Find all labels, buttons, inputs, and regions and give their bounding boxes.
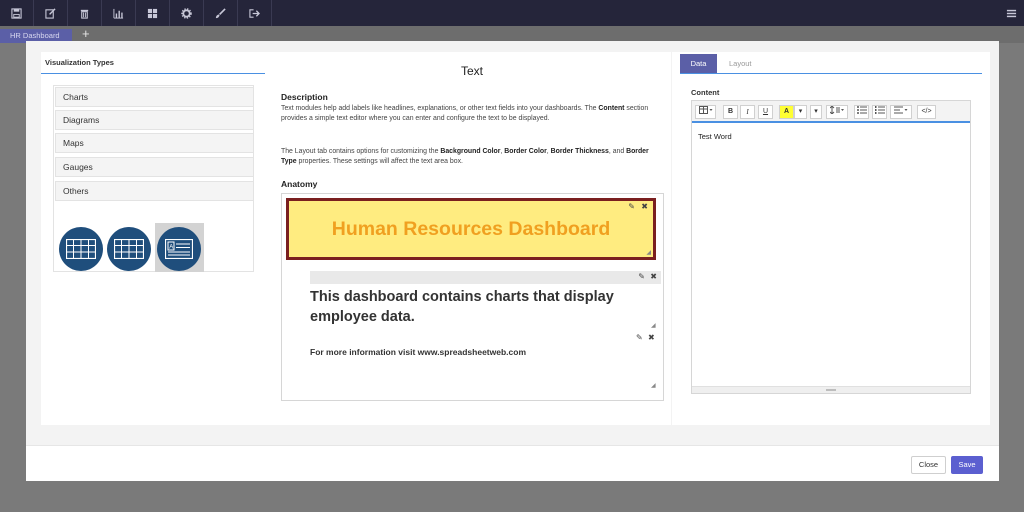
unordered-list-button[interactable] <box>854 105 869 119</box>
text-box-header: ✎ ✖ <box>310 271 661 284</box>
gear-icon[interactable] <box>170 0 204 26</box>
edit-icon[interactable] <box>34 0 68 26</box>
small-text: For more information visit www.spreadshe… <box>310 347 527 357</box>
anatomy-preview: Human Resources Dashboard ✎ ✖ ◢ ✎ ✖ This… <box>281 193 664 401</box>
description-panel: Text Description Text modules help add l… <box>273 52 671 425</box>
save-button[interactable]: Save <box>951 456 983 474</box>
resize-icon: ◢ <box>646 250 651 256</box>
divider <box>680 73 982 74</box>
svg-text:A: A <box>169 245 173 251</box>
delete-icon[interactable] <box>68 0 102 26</box>
category-others[interactable]: Others <box>55 181 254 201</box>
align-dropdown-button[interactable] <box>890 105 912 119</box>
ordered-list-button[interactable] <box>872 105 887 119</box>
highlight-color-button[interactable]: A <box>779 105 794 119</box>
font-dropdown-button[interactable]: ▾ <box>810 105 822 119</box>
text-editor: B I U A ▾ ▾ </> Test Word <box>691 100 971 394</box>
chevron-down-icon[interactable]: ▾ <box>794 105 807 119</box>
content-label: Content <box>691 88 720 97</box>
modal-body: Visualization Types Charts Diagrams Maps… <box>26 41 999 445</box>
underline-button[interactable]: U <box>758 105 773 119</box>
editor-resize-bar[interactable] <box>692 386 970 393</box>
close-icon: ✖ <box>641 202 648 211</box>
editor-content[interactable]: Test Word <box>698 132 732 141</box>
save-icon[interactable] <box>0 0 34 26</box>
text-viz-icon[interactable]: A <box>157 227 201 271</box>
pivot-table-viz-icon[interactable] <box>107 227 151 271</box>
resize-icon: ◢ <box>651 383 656 389</box>
category-gauges[interactable]: Gauges <box>55 157 254 177</box>
close-icon: ✖ <box>650 272 657 281</box>
menu-icon[interactable] <box>998 0 1024 26</box>
pencil-icon: ✎ <box>636 333 643 342</box>
body-text: This dashboard contains charts that disp… <box>310 289 614 325</box>
description-heading: Description <box>281 92 328 102</box>
bold-button[interactable]: B <box>723 105 738 119</box>
editor-toolbar: B I U A ▾ ▾ </> <box>692 101 970 123</box>
category-maps[interactable]: Maps <box>55 133 254 153</box>
visualization-types-panel: Visualization Types Charts Diagrams Maps… <box>41 52 273 425</box>
resize-handle[interactable] <box>826 389 836 391</box>
code-view-button[interactable]: </> <box>917 105 936 119</box>
modal-footer: Close Save <box>26 445 999 481</box>
close-button[interactable]: Close <box>911 456 946 474</box>
brush-icon[interactable] <box>204 0 238 26</box>
add-tab-button[interactable]: + <box>82 27 90 41</box>
pencil-icon: ✎ <box>638 272 645 281</box>
resize-icon: ◢ <box>651 323 656 329</box>
description-paragraph-2: The Layout tab contains options for cust… <box>281 148 649 165</box>
panel-title: Visualization Types <box>45 58 114 67</box>
italic-button[interactable]: I <box>740 105 755 119</box>
properties-panel: Data Layout Content B I U A ▾ ▾ </> Test… <box>672 52 990 425</box>
category-diagrams[interactable]: Diagrams <box>55 110 254 130</box>
pencil-icon: ✎ <box>628 202 635 211</box>
close-icon: ✖ <box>648 333 655 342</box>
grid-icon[interactable] <box>136 0 170 26</box>
visualization-list: Charts Diagrams Maps Gauges Others A <box>53 85 254 272</box>
table-dropdown-button[interactable] <box>695 105 716 119</box>
chart-icon[interactable] <box>102 0 136 26</box>
modal-dialog: Visualization Types Charts Diagrams Maps… <box>26 41 999 481</box>
export-icon[interactable] <box>238 0 272 26</box>
anatomy-heading: Anatomy <box>281 179 318 189</box>
category-charts[interactable]: Charts <box>55 87 254 107</box>
table-viz-icon[interactable] <box>59 227 103 271</box>
tab-data[interactable]: Data <box>680 54 717 74</box>
divider <box>41 73 265 74</box>
top-toolbar <box>0 0 1024 26</box>
tab-layout[interactable]: Layout <box>729 54 752 74</box>
headline-text: Human Resources Dashboard <box>331 218 611 240</box>
headline-text-box: Human Resources Dashboard ✎ ✖ ◢ <box>286 198 656 260</box>
module-title: Text <box>460 64 483 78</box>
line-height-button[interactable] <box>826 105 848 119</box>
description-paragraph-1: Text modules help add labels like headli… <box>281 105 649 122</box>
